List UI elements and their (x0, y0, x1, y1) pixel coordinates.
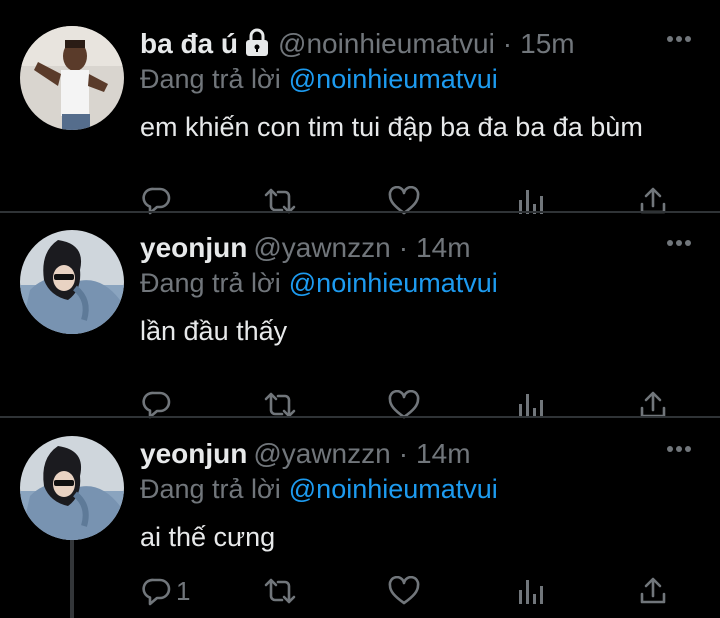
tweet-3[interactable]: yeonjun @yawnzzn · 14m Đang trả lời @noin… (0, 436, 720, 618)
mention-link[interactable]: @noinhieumatvui (289, 474, 498, 504)
tweet-header: yeonjun @yawnzzn · 14m (140, 436, 471, 472)
separator-dot: · (398, 232, 409, 263)
tweet-text: em khiến con tim tui đập ba đa ba đa bùm (140, 112, 643, 142)
timestamp[interactable]: 14m (416, 232, 470, 264)
retweet-icon (263, 576, 297, 606)
timestamp[interactable]: 14m (416, 438, 470, 470)
thread-line (70, 540, 74, 618)
tweet-text: lần đầu thấy (140, 316, 288, 346)
tweet-divider (0, 211, 720, 213)
display-name[interactable]: yeonjun (140, 438, 247, 470)
more-icon[interactable] (666, 236, 692, 254)
display-name[interactable]: yeonjun (140, 232, 247, 264)
views-icon (518, 576, 544, 606)
separator-dot: · (398, 438, 409, 469)
action-bar (140, 390, 680, 430)
avatar[interactable] (20, 230, 124, 334)
tweet-2[interactable]: yeonjun @yawnzzn · 14m Đang trả lời @noin… (0, 230, 720, 419)
timestamp[interactable]: 15m (520, 28, 574, 60)
replying-label: Đang trả lời (140, 64, 281, 94)
tweet-divider (0, 416, 720, 418)
replying-label: Đang trả lời (140, 474, 281, 504)
replying-label: Đang trả lời (140, 268, 281, 298)
more-icon[interactable] (666, 32, 692, 50)
separator-dot: · (502, 28, 513, 59)
more-icon[interactable] (666, 442, 692, 460)
views-button[interactable] (518, 576, 544, 606)
lock-icon (244, 28, 270, 61)
mention-link[interactable]: @noinhieumatvui (289, 64, 498, 94)
avatar[interactable] (20, 436, 124, 540)
tweet-text: ai thế cưng (140, 522, 276, 552)
user-handle[interactable]: @noinhieumatvui (278, 28, 495, 60)
avatar[interactable] (20, 26, 124, 130)
replying-to: Đang trả lời @noinhieumatvui (140, 268, 498, 299)
action-bar: 1 (140, 576, 680, 616)
user-handle[interactable]: @yawnzzn (253, 232, 390, 264)
share-button[interactable] (638, 576, 668, 606)
tweet-header: yeonjun @yawnzzn · 14m (140, 230, 471, 266)
retweet-button[interactable] (263, 576, 297, 606)
reply-count: 1 (176, 576, 191, 606)
replying-to: Đang trả lời @noinhieumatvui (140, 64, 498, 95)
tweet-feed: ba đa ú @noinhieumatvui · 15m Đang trả l… (0, 0, 720, 618)
like-icon (388, 576, 420, 606)
like-button[interactable] (388, 576, 420, 606)
replying-to: Đang trả lời @noinhieumatvui (140, 474, 498, 505)
action-bar (140, 186, 680, 226)
reply-button[interactable]: 1 (142, 576, 190, 607)
reply-icon (142, 577, 172, 607)
display-name[interactable]: ba đa ú (140, 28, 238, 60)
tweet-1[interactable]: ba đa ú @noinhieumatvui · 15m Đang trả l… (0, 26, 720, 215)
user-handle[interactable]: @yawnzzn (253, 438, 390, 470)
share-icon (638, 576, 668, 606)
tweet-header: ba đa ú @noinhieumatvui · 15m (140, 26, 575, 62)
mention-link[interactable]: @noinhieumatvui (289, 268, 498, 298)
